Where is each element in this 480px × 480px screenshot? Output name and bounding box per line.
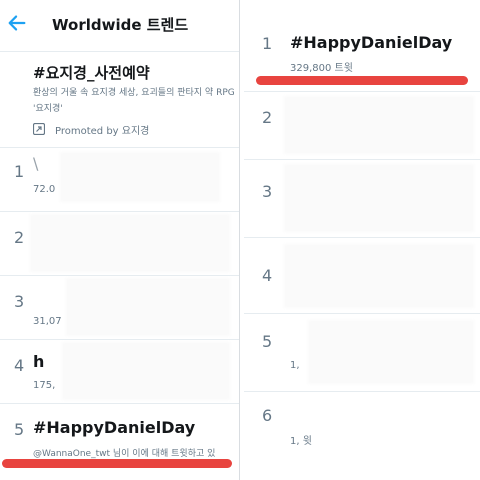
trend-name: h bbox=[33, 352, 45, 371]
trend-meta: 31,07 bbox=[33, 316, 62, 327]
promoted-icon bbox=[33, 123, 45, 135]
trend-item-2[interactable]: 2 bbox=[0, 212, 239, 276]
highlight-underline bbox=[256, 76, 468, 85]
back-arrow-icon[interactable] bbox=[6, 12, 28, 34]
top-app-bar: Worldwide 트렌드 bbox=[0, 0, 239, 52]
redaction-blur bbox=[284, 244, 474, 308]
trend-meta: @WannaOne_twt 님이 이에 대해 트윗하고 있 bbox=[33, 449, 216, 459]
trend-item-5[interactable]: 5 1, bbox=[244, 314, 480, 392]
page-title: Worldwide 트렌드 bbox=[52, 16, 189, 34]
trend-meta: 329,800 트윗 bbox=[290, 63, 353, 74]
trend-meta: 1, bbox=[290, 360, 300, 371]
left-screenshot: Worldwide 트렌드 #요지경_사전예약 환상의 거울 속 요지경 세상,… bbox=[0, 0, 240, 480]
right-screenshot: 1 #HappyDanielDay 329,800 트윗 2 3 4 5 1, … bbox=[244, 0, 480, 480]
trend-rank: 3 bbox=[262, 182, 273, 201]
trend-meta: 175, bbox=[33, 380, 56, 391]
trend-meta: 72.0 bbox=[33, 184, 56, 195]
trend-rank: 1 bbox=[262, 34, 273, 53]
trend-item-4[interactable]: 4 bbox=[244, 238, 480, 314]
trend-name: #HappyDanielDay bbox=[290, 33, 453, 52]
trend-rank: 2 bbox=[262, 108, 273, 127]
trend-rank: 5 bbox=[14, 420, 25, 439]
trend-item-2[interactable]: 2 bbox=[244, 92, 480, 160]
redaction-blur bbox=[62, 342, 230, 400]
trend-rank: 6 bbox=[262, 406, 273, 425]
trend-meta: 1, 윗 bbox=[290, 436, 312, 447]
trend-item-1[interactable]: 1 \ 72.0 bbox=[0, 148, 239, 212]
redaction-blur bbox=[60, 152, 220, 202]
promoted-trend-title[interactable]: #요지경_사전예약 bbox=[33, 62, 150, 83]
trend-item-6[interactable]: 6 1, 윗 bbox=[244, 392, 480, 480]
trend-rank: 4 bbox=[262, 266, 273, 285]
trend-item-3[interactable]: 3 bbox=[244, 160, 480, 238]
trend-name: \ bbox=[33, 154, 39, 173]
redaction-blur bbox=[284, 164, 474, 232]
trend-name: #HappyDanielDay bbox=[33, 418, 196, 437]
trend-item-5[interactable]: 5 #HappyDanielDay @WannaOne_twt 님이 이에 대해… bbox=[0, 404, 239, 480]
trend-item-4[interactable]: 4 h 175, bbox=[0, 340, 239, 404]
trend-rank: 1 bbox=[14, 162, 25, 181]
promoted-trend-description: 환상의 거울 속 요지경 세상, 요괴들의 판타지 약 RPG '요지경' bbox=[33, 88, 235, 114]
highlight-underline bbox=[2, 459, 232, 468]
redaction-blur bbox=[284, 96, 474, 154]
trend-item-3[interactable]: 3 31,07 bbox=[0, 276, 239, 340]
trend-rank: 4 bbox=[14, 356, 25, 375]
redaction-blur bbox=[308, 320, 474, 384]
promoted-trend[interactable]: #요지경_사전예약 환상의 거울 속 요지경 세상, 요괴들의 판타지 약 RP… bbox=[0, 52, 239, 148]
redaction-blur bbox=[30, 214, 230, 272]
redaction-blur bbox=[66, 278, 230, 336]
trend-rank: 2 bbox=[14, 228, 25, 247]
promoted-by-label: Promoted by 요지경 bbox=[55, 126, 150, 137]
trend-rank: 3 bbox=[14, 292, 25, 311]
trend-rank: 5 bbox=[262, 332, 273, 351]
